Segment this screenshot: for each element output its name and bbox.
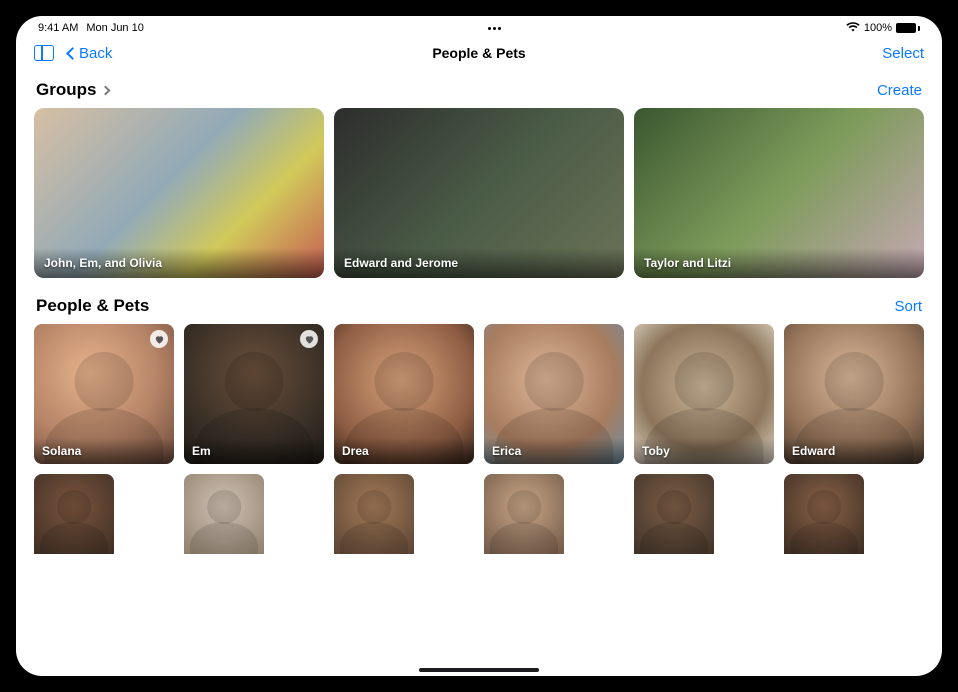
wifi-icon bbox=[846, 22, 860, 35]
sort-button[interactable]: Sort bbox=[894, 298, 922, 315]
sidebar-toggle-icon[interactable] bbox=[34, 45, 54, 61]
people-pets-title: People & Pets bbox=[36, 296, 149, 316]
person-name: Erica bbox=[484, 438, 624, 464]
person-name: Edward bbox=[784, 438, 924, 464]
person-tile[interactable] bbox=[34, 474, 114, 554]
content-scroll[interactable]: Groups Create John, Em, and Olivia Edwar… bbox=[16, 70, 942, 676]
person-tile-em[interactable]: Em bbox=[184, 324, 324, 464]
person-tile-edward[interactable]: Edward bbox=[784, 324, 924, 464]
person-name: Solana bbox=[34, 438, 174, 464]
select-button[interactable]: Select bbox=[882, 45, 924, 62]
person-name: Drea bbox=[334, 438, 474, 464]
person-tile[interactable] bbox=[484, 474, 564, 554]
person-tile-drea[interactable]: Drea bbox=[334, 324, 474, 464]
multitask-indicator-icon[interactable] bbox=[480, 27, 510, 30]
battery-percent: 100% bbox=[864, 22, 892, 34]
back-label: Back bbox=[79, 45, 112, 62]
chevron-right-icon bbox=[101, 85, 111, 95]
group-card[interactable]: Edward and Jerome bbox=[334, 108, 624, 278]
status-bar: 9:41 AM Mon Jun 10 100% bbox=[16, 16, 942, 36]
home-indicator[interactable] bbox=[419, 668, 539, 672]
status-time: 9:41 AM bbox=[38, 22, 78, 34]
group-card[interactable]: John, Em, and Olivia bbox=[34, 108, 324, 278]
person-name: Toby bbox=[634, 438, 774, 464]
person-tile-solana[interactable]: Solana bbox=[34, 324, 174, 464]
person-tile[interactable] bbox=[784, 474, 864, 554]
page-title: People & Pets bbox=[432, 45, 525, 61]
person-tile[interactable] bbox=[634, 474, 714, 554]
favorite-heart-icon[interactable] bbox=[150, 330, 168, 348]
create-group-button[interactable]: Create bbox=[877, 82, 922, 99]
favorite-heart-icon[interactable] bbox=[300, 330, 318, 348]
group-label: John, Em, and Olivia bbox=[34, 248, 324, 278]
group-label: Edward and Jerome bbox=[334, 248, 624, 278]
person-tile[interactable] bbox=[184, 474, 264, 554]
person-name: Em bbox=[184, 438, 324, 464]
nav-bar: Back People & Pets Select bbox=[16, 36, 942, 70]
people-pets-section-header: People & Pets bbox=[36, 296, 149, 316]
group-label: Taylor and Litzi bbox=[634, 248, 924, 278]
back-button[interactable]: Back bbox=[68, 45, 112, 62]
status-date: Mon Jun 10 bbox=[86, 22, 143, 34]
groups-title: Groups bbox=[36, 80, 96, 100]
person-tile-erica[interactable]: Erica bbox=[484, 324, 624, 464]
group-card[interactable]: Taylor and Litzi bbox=[634, 108, 924, 278]
person-tile-toby[interactable]: Toby bbox=[634, 324, 774, 464]
person-tile[interactable] bbox=[334, 474, 414, 554]
battery-icon bbox=[896, 23, 920, 33]
chevron-left-icon bbox=[66, 47, 79, 60]
groups-section-header[interactable]: Groups bbox=[36, 80, 109, 100]
